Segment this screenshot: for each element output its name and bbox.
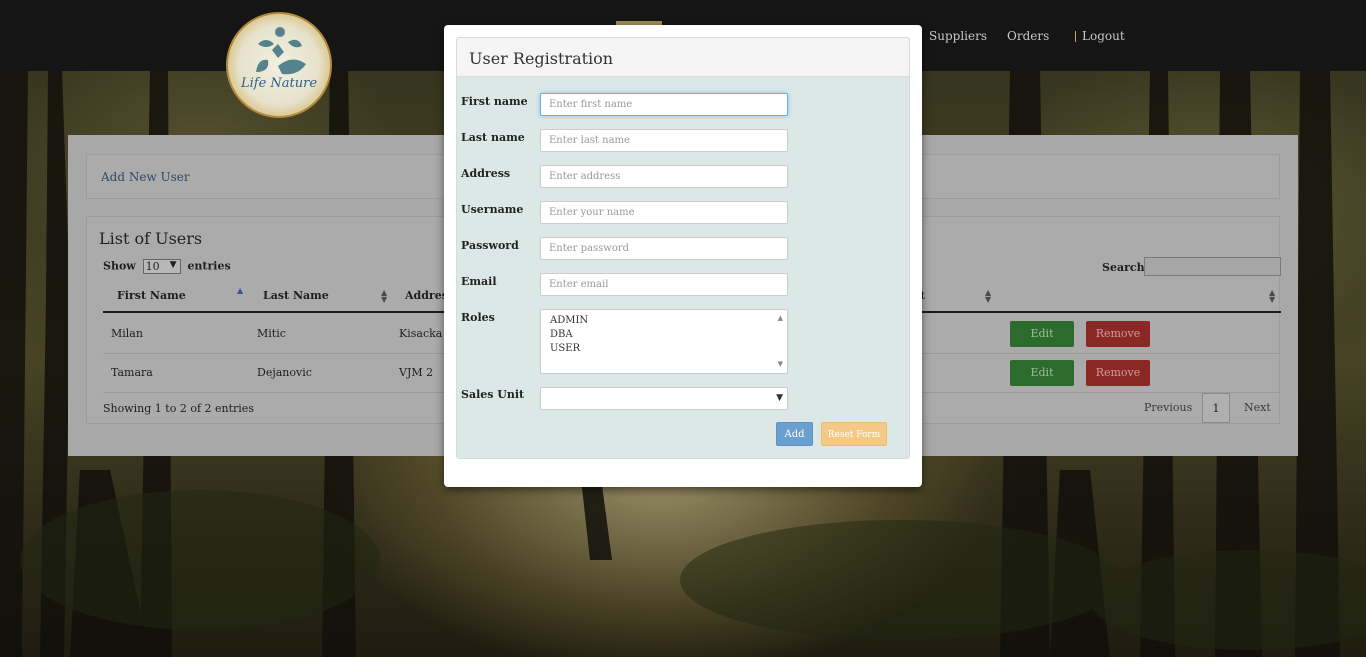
cell-last-name: Mitic: [257, 327, 286, 340]
remove-button[interactable]: Remove: [1086, 360, 1150, 386]
pager-page-1[interactable]: 1: [1202, 393, 1230, 423]
sales-unit-label: Sales Unit: [461, 388, 525, 401]
registration-panel: User Registration First name Enter first…: [456, 37, 910, 459]
show-label: Show: [103, 259, 136, 273]
password-label: Password: [461, 239, 519, 252]
search-input[interactable]: [1144, 257, 1281, 276]
first-name-label: First name: [461, 95, 528, 108]
list-title: List of Users: [99, 229, 203, 248]
nav-logout[interactable]: Logout: [1082, 29, 1125, 43]
remove-button[interactable]: Remove: [1086, 321, 1150, 347]
roles-label: Roles: [461, 311, 495, 324]
email-input[interactable]: Enter email: [540, 273, 788, 296]
add-button[interactable]: Add: [776, 422, 813, 446]
column-first-name[interactable]: First Name: [117, 289, 186, 302]
cell-last-name: Dejanovic: [257, 366, 312, 379]
last-name-label: Last name: [461, 131, 525, 144]
cell-first-name: Tamara: [111, 366, 153, 379]
nav-orders[interactable]: Orders: [1007, 29, 1049, 43]
username-label: Username: [461, 203, 524, 216]
address-label: Address: [461, 167, 511, 180]
add-new-user-link[interactable]: Add New User: [101, 170, 190, 184]
entries-length-control: Show 10 ▼ entries: [103, 259, 231, 274]
column-last-name[interactable]: Last Name: [263, 289, 329, 302]
role-option[interactable]: DBA: [550, 329, 573, 340]
sort-icon[interactable]: ▲ ▼: [381, 289, 387, 304]
nav-suppliers[interactable]: Suppliers: [929, 29, 987, 43]
address-input[interactable]: Enter address: [540, 165, 788, 188]
role-option[interactable]: ADMIN: [550, 315, 588, 326]
table-info: Showing 1 to 2 of 2 entries: [103, 402, 254, 415]
chevron-down-icon: ▼: [169, 260, 177, 270]
roles-multiselect[interactable]: ADMIN DBA USER ▲ ▼: [540, 309, 788, 374]
username-input[interactable]: Enter your name: [540, 201, 788, 224]
last-name-input[interactable]: Enter last name: [540, 129, 788, 152]
sort-icon[interactable]: ▲ ▼: [985, 289, 991, 304]
email-label: Email: [461, 275, 497, 288]
entries-select-value: 10: [145, 260, 160, 273]
sort-icon[interactable]: ▲ ▼: [1269, 289, 1275, 304]
scroll-up-icon[interactable]: ▲: [778, 314, 783, 322]
cell-first-name: Milan: [111, 327, 143, 340]
password-input[interactable]: Enter password: [540, 237, 788, 260]
entries-label: entries: [187, 259, 231, 273]
first-name-input[interactable]: Enter first name: [540, 93, 788, 116]
reset-form-button[interactable]: Reset Form: [821, 422, 887, 446]
edit-button[interactable]: Edit: [1010, 360, 1074, 386]
sales-unit-select[interactable]: ▼: [540, 387, 788, 410]
logo-text: Life Nature: [240, 76, 318, 91]
search-label: Search:: [1102, 261, 1149, 274]
brand-logo[interactable]: Life Nature: [226, 12, 332, 118]
cell-address: VJM 2: [399, 366, 434, 379]
user-registration-modal: User Registration First name Enter first…: [444, 25, 922, 487]
entries-select[interactable]: 10 ▼: [142, 259, 181, 274]
role-option[interactable]: USER: [550, 343, 580, 354]
scroll-down-icon[interactable]: ▼: [778, 360, 783, 368]
sort-asc-icon[interactable]: ▲: [237, 287, 243, 295]
chevron-down-icon: ▼: [776, 393, 783, 403]
modal-title: User Registration: [457, 38, 909, 77]
pager-next[interactable]: Next: [1244, 393, 1271, 423]
logo-animals-icon: [256, 27, 306, 75]
nav-separator: [1075, 31, 1076, 42]
edit-button[interactable]: Edit: [1010, 321, 1074, 347]
pager-previous[interactable]: Previous: [1144, 393, 1192, 423]
